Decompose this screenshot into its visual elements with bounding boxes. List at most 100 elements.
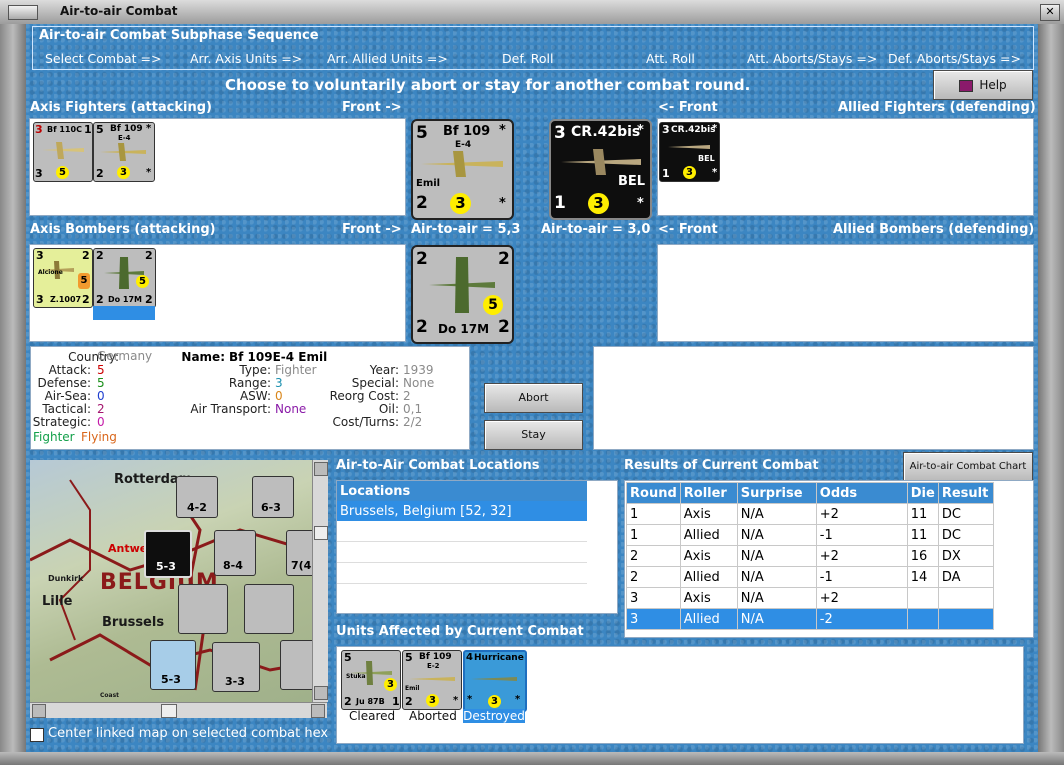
class-fighter: Fighter xyxy=(33,430,75,444)
map-counter[interactable] xyxy=(178,584,228,634)
label-attack: Attack: xyxy=(48,363,91,377)
center-map-checkbox[interactable] xyxy=(30,728,44,742)
map-counter[interactable]: 6-3 xyxy=(252,476,294,518)
unit-z1007[interactable]: 3 2 Alcione 5 3 Z.1007 2 xyxy=(33,248,93,308)
help-book-icon xyxy=(959,79,974,92)
bottom-frame xyxy=(0,752,1064,765)
unit-star: * xyxy=(146,123,152,134)
help-button[interactable]: Help xyxy=(933,70,1033,100)
close-icon[interactable]: ✕ xyxy=(1040,4,1060,21)
map-city-lille: Lille xyxy=(42,594,73,609)
value-asw: 0 xyxy=(275,389,283,403)
unit-name: Bf 109 xyxy=(110,124,143,134)
affected-unit-ju87b[interactable]: 5 Stuka 3 2 Ju 87B 1 xyxy=(341,650,401,710)
counter-strength: 3-3 xyxy=(225,675,245,688)
unit-range: 2 xyxy=(82,249,90,262)
map-vertical-scrollbar[interactable] xyxy=(312,460,328,702)
unit-airtoair: 3 xyxy=(488,695,501,708)
result-row[interactable]: 3 Axis N/A +2 xyxy=(626,587,994,609)
map-counter-selected[interactable]: 5-3 xyxy=(144,530,192,578)
locations-title: Air-to-Air Combat Locations xyxy=(336,458,540,473)
locations-list[interactable]: Locations Brussels, Belgium [52, 32] xyxy=(336,480,618,614)
subphase-sequence: Air-to-air Combat Subphase Sequence Sele… xyxy=(32,26,1034,70)
unit-attack: 5 xyxy=(96,123,104,136)
unit-airtoair: 5 xyxy=(78,273,90,289)
result-row[interactable]: 2 Allied N/A -1 14 DA xyxy=(626,566,994,588)
map-counter[interactable]: 8-4 xyxy=(214,530,256,576)
unit-star: * xyxy=(712,123,718,134)
scroll-right-icon[interactable] xyxy=(311,704,325,718)
class-flying: Flying xyxy=(81,430,117,444)
front-arrow-right-bombers: Front -> xyxy=(342,222,402,237)
map-counter[interactable]: 3-3 xyxy=(212,642,260,692)
unit-cr42bis-large[interactable]: 3 CR.42bis * BEL 1 3 * xyxy=(549,119,652,220)
unit-bf109-large[interactable]: 5 Bf 109 E-4 * Emil 2 3 * xyxy=(411,119,514,220)
plane-icon xyxy=(561,149,641,175)
map-city-brussels: Brussels xyxy=(102,615,165,630)
scroll-thumb-horizontal[interactable] xyxy=(161,704,177,718)
affected-unit-bf109e2[interactable]: 5 Bf 109 E-2 Emil 2 3 * xyxy=(402,650,462,710)
map-counter[interactable] xyxy=(244,584,294,634)
unit-info-panel: Country: Germany Attack: 5 Defense: 5 Ai… xyxy=(30,346,470,450)
step-def-roll: Def. Roll xyxy=(502,51,554,66)
unit-bf110c[interactable]: 3 Bf 110C 1 3 5 xyxy=(33,122,93,182)
unit-selection-bar xyxy=(93,306,155,320)
result-row-selected[interactable]: 3 Allied N/A -2 xyxy=(626,608,994,630)
value-country: Germany xyxy=(97,349,153,363)
unit-range: 2 xyxy=(498,249,510,269)
unit-star: * xyxy=(515,694,521,705)
message-box xyxy=(593,346,1034,450)
unit-defense: 2 xyxy=(416,317,428,337)
unit-cr42bis-small[interactable]: 3 CR.42bis * BEL 1 3 * xyxy=(659,122,720,182)
affected-unit-hurricane[interactable]: 4 Hurricane * 3 * xyxy=(463,650,527,712)
unit-defense: 2 xyxy=(96,167,104,180)
unit-airtoair: 3 xyxy=(588,193,609,214)
map-horizontal-scrollbar[interactable] xyxy=(30,702,327,718)
col-surprise: Surprise xyxy=(736,482,817,504)
unit-airtoair: 3 xyxy=(117,166,130,179)
unit-bf109-small[interactable]: 5 Bf 109 E-4 * 2 3 * xyxy=(93,122,155,182)
window-menu-icon[interactable] xyxy=(8,5,38,20)
unit-do17m-large[interactable]: 2 2 5 2 Do 17M 2 xyxy=(411,245,514,344)
unit-do17m-small[interactable]: 2 2 5 2 Do 17M 2 xyxy=(93,248,156,308)
unit-name: Bf 110C xyxy=(47,125,82,134)
unit-name: Ju 87B xyxy=(356,697,385,706)
label-name: Name: xyxy=(181,350,225,364)
abort-button[interactable]: Abort xyxy=(484,383,583,413)
status-destroyed: Destroyed xyxy=(463,709,525,723)
value-cost-turns: 2/2 xyxy=(403,415,423,429)
scroll-down-icon[interactable] xyxy=(314,686,328,700)
unit-name: Hurricane xyxy=(474,653,524,663)
label-type: Type: xyxy=(239,363,271,377)
unit-range: 2 xyxy=(82,293,90,306)
unit-airtoair: 5 xyxy=(136,275,149,288)
map-counter[interactable]: 4-2 xyxy=(176,476,218,518)
linked-map[interactable]: Rotterdam Antwerp BELGIUM Lille Brussels… xyxy=(30,460,327,702)
scroll-up-icon[interactable] xyxy=(314,462,328,476)
value-defense: 5 xyxy=(97,376,105,390)
unit-nickname: Emil xyxy=(416,178,441,189)
location-row[interactable]: Brussels, Belgium [52, 32] xyxy=(337,501,587,521)
unit-nickname: Alcione xyxy=(38,269,63,276)
results-panel: Round Roller Surprise Odds Die Result 1A… xyxy=(624,480,1034,638)
scroll-left-icon[interactable] xyxy=(32,704,46,718)
unit-star: * xyxy=(453,695,459,706)
location-cell: Brussels, Belgium [52, 32] xyxy=(337,501,587,521)
allied-bombers-box[interactable] xyxy=(657,244,1034,342)
unit-attack: 5 xyxy=(405,651,413,664)
unit-defense: 2 xyxy=(405,695,413,708)
result-row[interactable]: 2 Axis N/A +2 16 DX xyxy=(626,545,994,567)
counter-strength: 5-3 xyxy=(156,560,176,573)
map-counter[interactable]: 5-3 xyxy=(150,640,196,690)
combat-chart-button[interactable]: Air-to-air Combat Chart xyxy=(903,452,1033,482)
axis-fighters-header: Axis Fighters (attacking) xyxy=(30,100,212,115)
stay-button[interactable]: Stay xyxy=(484,420,583,450)
locations-column-header: Locations xyxy=(337,481,587,501)
window-title: Air-to-air Combat xyxy=(60,4,178,18)
title-bar[interactable]: Air-to-air Combat ✕ xyxy=(0,0,1064,25)
result-row[interactable]: 1 Axis N/A +2 11 DC xyxy=(626,503,994,525)
scroll-thumb[interactable] xyxy=(314,526,328,540)
allied-air-to-air: Air-to-air = 3,0 xyxy=(541,222,651,237)
unit-star: * xyxy=(499,196,506,211)
result-row[interactable]: 1 Allied N/A -1 11 DC xyxy=(626,524,994,546)
